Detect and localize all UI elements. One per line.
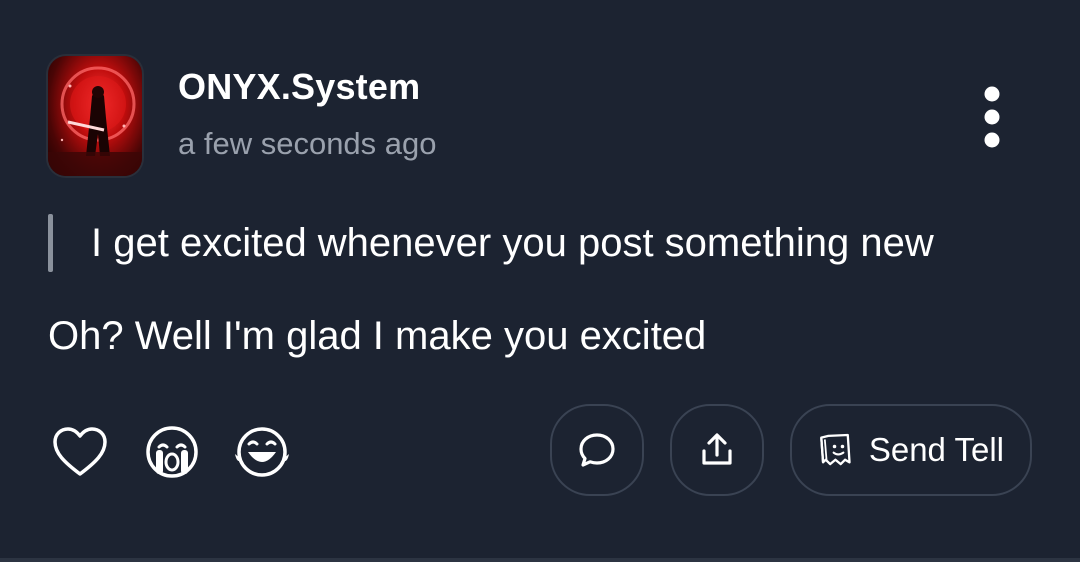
like-button[interactable] [50, 424, 110, 480]
send-tell-button[interactable]: Send Tell [790, 404, 1032, 496]
send-tell-label: Send Tell [868, 431, 1004, 468]
comment-button[interactable] [550, 404, 644, 496]
avatar[interactable] [48, 56, 142, 176]
quoted-message: I get excited whenever you post somethin… [48, 214, 934, 272]
laugh-reaction-button[interactable] [232, 424, 292, 480]
crying-face-icon [146, 426, 198, 478]
divider [0, 558, 1080, 562]
post-timestamp: a few seconds ago [178, 126, 437, 161]
heart-outline-icon [53, 427, 107, 476]
reply-text: Oh? Well I'm glad I make you excited [48, 314, 707, 358]
avatar-image [48, 66, 142, 176]
more-vertical-icon [984, 86, 1000, 148]
cry-reaction-button[interactable] [142, 424, 202, 480]
speech-bubble-icon [579, 433, 615, 467]
tears-of-joy-icon [235, 427, 289, 477]
quote-bar [48, 214, 53, 272]
share-button[interactable] [670, 404, 764, 496]
more-options-button[interactable] [970, 82, 1014, 152]
username[interactable]: ONYX.System [178, 66, 420, 108]
quote-text: I get excited whenever you post somethin… [91, 220, 934, 265]
share-upload-icon [702, 433, 732, 465]
post-card: ONYX.System a few seconds ago I get exci… [0, 0, 1080, 562]
ghost-note-icon [820, 433, 851, 466]
